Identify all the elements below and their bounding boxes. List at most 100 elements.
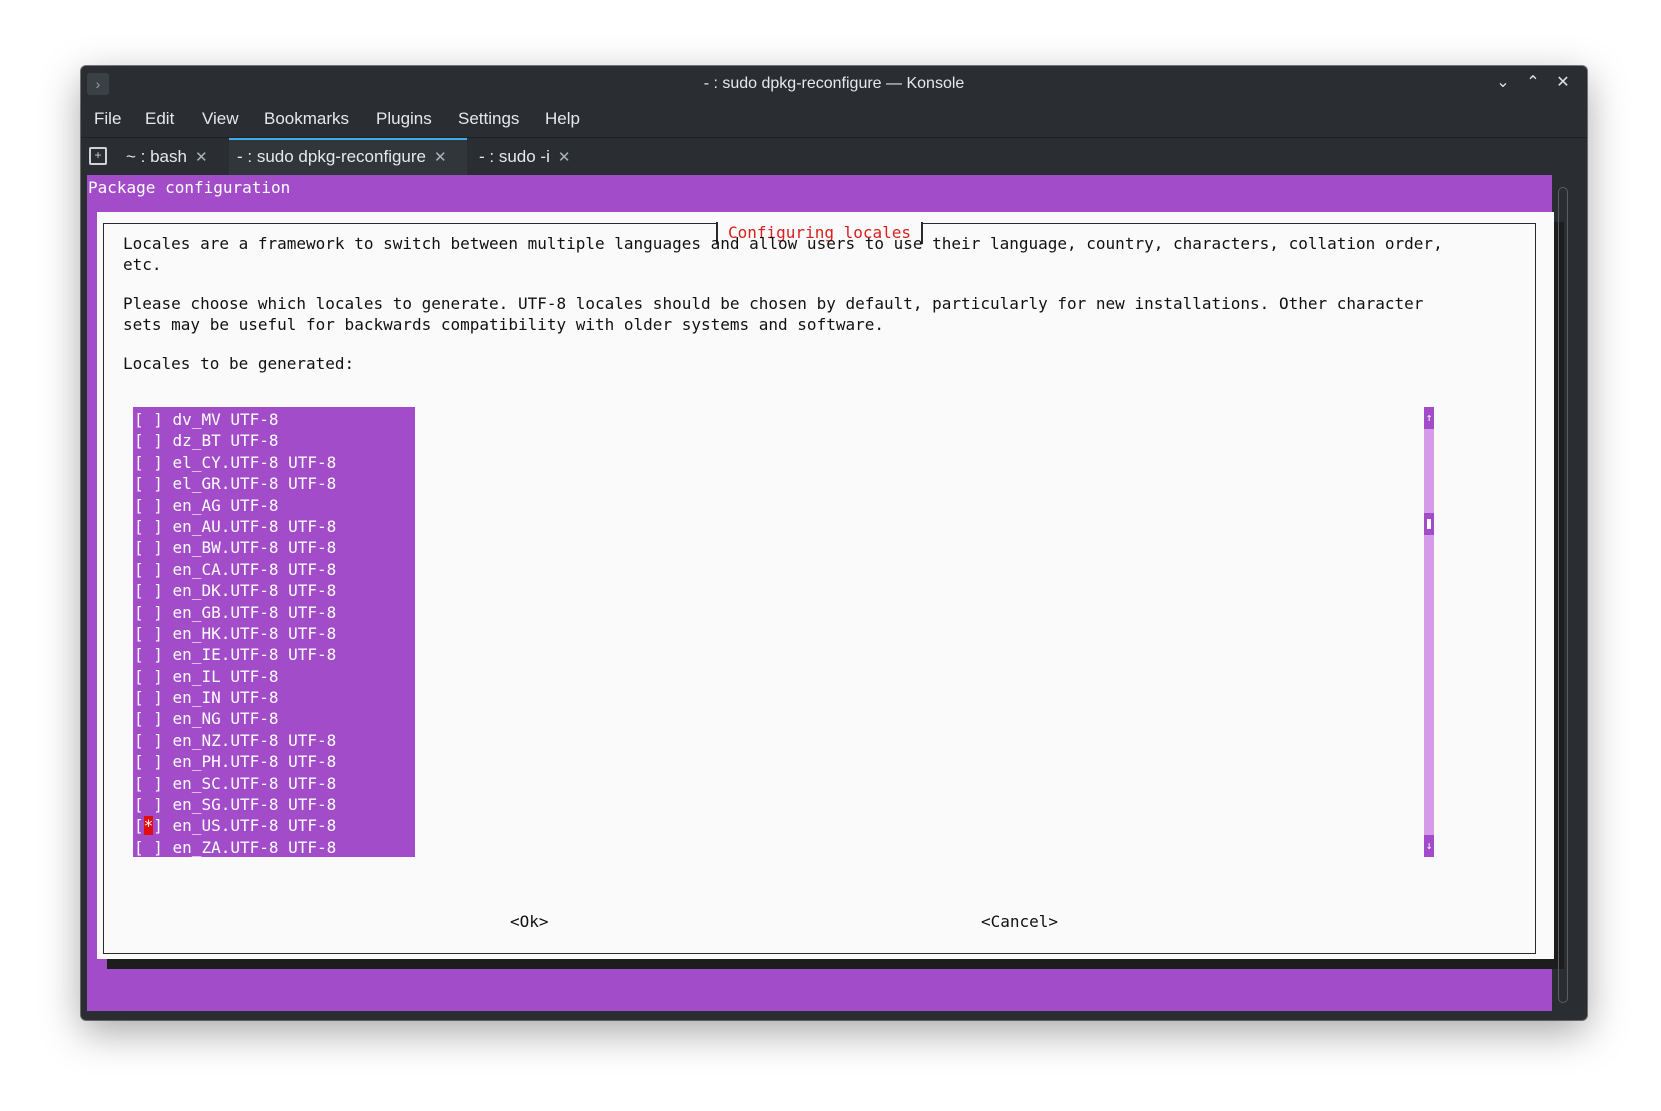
locale-list-item[interactable]: [ ] en_SG.UTF-8 UTF-8 (133, 794, 415, 815)
locale-list-item[interactable]: [ ] en_DK.UTF-8 UTF-8 (133, 580, 415, 601)
locale-name: en_GB.UTF-8 UTF-8 (172, 602, 337, 622)
locale-list-item[interactable]: [ ] en_AG UTF-8 (133, 495, 415, 516)
scroll-up-arrow-icon[interactable]: ↑ (1424, 407, 1434, 429)
locale-list-item[interactable]: [ ] en_BW.UTF-8 UTF-8 (133, 537, 415, 558)
close-icon[interactable]: ✕ (1551, 71, 1575, 95)
locale-list-item[interactable]: [ ] en_NG UTF-8 (133, 708, 415, 729)
menu-file[interactable]: File (94, 101, 121, 137)
locale-name: en_SC.UTF-8 UTF-8 (172, 773, 337, 793)
locale-name: en_AG UTF-8 (172, 495, 279, 515)
konsole-window: › - : sudo dpkg-reconfigure — Konsole ⌄ … (81, 66, 1587, 1020)
locale-checkbox[interactable] (144, 496, 154, 515)
locale-checkbox[interactable] (144, 581, 154, 600)
locale-list-item[interactable]: [ ] en_IL UTF-8 (133, 666, 415, 687)
locale-name: en_BW.UTF-8 UTF-8 (172, 538, 337, 558)
locale-list-item[interactable]: [ ] dz_BT UTF-8 (133, 430, 415, 451)
menu-bookmarks[interactable]: Bookmarks (264, 101, 349, 137)
minimize-icon[interactable]: ⌄ (1491, 71, 1515, 95)
locale-list-item[interactable]: [*] en_US.UTF-8 UTF-8 (133, 815, 415, 836)
locale-list-item[interactable]: [ ] en_IE.UTF-8 UTF-8 (133, 644, 415, 665)
locale-list-item[interactable]: [ ] en_AU.UTF-8 UTF-8 (133, 516, 415, 537)
locale-checkbox[interactable] (144, 624, 154, 643)
locale-list-item[interactable]: [ ] en_IN UTF-8 (133, 687, 415, 708)
tab-sudo-i[interactable]: - : sudo -i ✕ (473, 138, 579, 175)
locale-checkbox[interactable] (144, 410, 154, 429)
locale-list-item[interactable]: [ ] en_CA.UTF-8 UTF-8 (133, 559, 415, 580)
locale-name: en_NG UTF-8 (172, 709, 279, 729)
menu-settings[interactable]: Settings (458, 101, 519, 137)
locale-list-item[interactable]: [ ] en_HK.UTF-8 UTF-8 (133, 623, 415, 644)
close-tab-icon[interactable]: ✕ (434, 141, 447, 174)
locale-checkbox[interactable] (144, 795, 154, 814)
locale-list-item[interactable]: [ ] en_SC.UTF-8 UTF-8 (133, 773, 415, 794)
locale-name: en_IE.UTF-8 UTF-8 (172, 645, 337, 665)
close-tab-icon[interactable]: ✕ (195, 139, 208, 176)
cancel-button[interactable]: <Cancel> (981, 911, 1058, 932)
locale-name: el_CY.UTF-8 UTF-8 (172, 452, 337, 472)
locale-checkbox[interactable] (144, 752, 154, 771)
locale-checkbox[interactable] (144, 538, 154, 557)
checkbox-bracket: [ (134, 666, 144, 686)
terminal-area[interactable]: Package configuration Configuring locale… (87, 175, 1564, 1011)
locale-name: en_PH.UTF-8 UTF-8 (172, 752, 337, 772)
locale-list-item[interactable]: [ ] dv_MV UTF-8 (133, 409, 415, 430)
checkbox-bracket: ] (153, 730, 173, 750)
checkbox-bracket: ] (153, 837, 173, 857)
tab-dpkg-reconfigure[interactable]: - : sudo dpkg-reconfigure ✕ (229, 138, 467, 175)
checkbox-bracket: [ (134, 709, 144, 729)
locale-list[interactable]: [ ] dv_MV UTF-8[ ] dz_BT UTF-8[ ] el_CY.… (133, 407, 415, 857)
locale-checkbox[interactable] (144, 603, 154, 622)
menu-help[interactable]: Help (545, 101, 580, 137)
locale-name: en_HK.UTF-8 UTF-8 (172, 623, 337, 643)
locale-list-item[interactable]: [ ] el_GR.UTF-8 UTF-8 (133, 473, 415, 494)
tab-bash[interactable]: ~ : bash ✕ (126, 138, 226, 175)
checkbox-bracket: [ (134, 559, 144, 579)
locale-checkbox[interactable] (144, 709, 154, 728)
checkbox-bracket: [ (134, 623, 144, 643)
locale-checkbox[interactable] (144, 838, 154, 857)
checkbox-bracket: ] (153, 773, 173, 793)
locale-checkbox[interactable]: * (143, 816, 154, 836)
title-bar[interactable]: › - : sudo dpkg-reconfigure — Konsole ⌄ … (81, 66, 1587, 101)
ok-button[interactable]: <Ok> (510, 911, 549, 932)
list-scrollbar[interactable]: ↑ ↓ (1424, 407, 1434, 857)
locale-checkbox[interactable] (144, 731, 154, 750)
checkbox-bracket: ] (153, 752, 173, 772)
tab-label: - : sudo dpkg-reconfigure (237, 147, 426, 166)
list-label: Locales to be generated: (123, 354, 355, 373)
locale-list-item[interactable]: [ ] el_CY.UTF-8 UTF-8 (133, 452, 415, 473)
checkbox-bracket: ] (153, 709, 173, 729)
new-tab-icon[interactable]: + (89, 147, 107, 165)
checkbox-bracket: [ (134, 516, 144, 536)
menu-view[interactable]: View (202, 101, 239, 137)
locale-checkbox[interactable] (144, 431, 154, 450)
menu-plugins[interactable]: Plugins (376, 101, 432, 137)
locale-checkbox[interactable] (144, 774, 154, 793)
locale-checkbox[interactable] (144, 688, 154, 707)
scroll-down-arrow-icon[interactable]: ↓ (1424, 835, 1434, 857)
menu-edit[interactable]: Edit (145, 101, 174, 137)
locale-checkbox[interactable] (144, 474, 154, 493)
locale-list-item[interactable]: [ ] en_ZA.UTF-8 UTF-8 (133, 837, 415, 858)
checkbox-bracket: ] (153, 495, 173, 515)
maximize-icon[interactable]: ⌃ (1521, 71, 1545, 95)
locale-checkbox[interactable] (144, 517, 154, 536)
checkbox-bracket: [ (134, 495, 144, 515)
locale-checkbox[interactable] (144, 560, 154, 579)
scrollbar-thumb[interactable] (1424, 513, 1434, 535)
checkbox-bracket: ] (153, 666, 173, 686)
checkbox-bracket: ] (153, 645, 173, 665)
locale-name: dz_BT UTF-8 (172, 431, 279, 451)
locale-list-item[interactable]: [ ] en_GB.UTF-8 UTF-8 (133, 602, 415, 623)
locale-checkbox[interactable] (144, 645, 154, 664)
checkbox-bracket: ] (153, 688, 173, 708)
locale-checkbox[interactable] (144, 667, 154, 686)
locale-list-item[interactable]: [ ] en_PH.UTF-8 UTF-8 (133, 751, 415, 772)
locale-list-item[interactable]: [ ] en_NZ.UTF-8 UTF-8 (133, 730, 415, 751)
locale-checkbox[interactable] (144, 453, 154, 472)
close-tab-icon[interactable]: ✕ (558, 139, 571, 176)
tab-bar: + ~ : bash ✕ - : sudo dpkg-reconfigure ✕ -… (81, 138, 1587, 175)
locale-name: en_US.UTF-8 UTF-8 (172, 816, 337, 836)
terminal-scrollbar[interactable] (1558, 187, 1568, 1003)
checkbox-bracket: [ (134, 410, 144, 429)
